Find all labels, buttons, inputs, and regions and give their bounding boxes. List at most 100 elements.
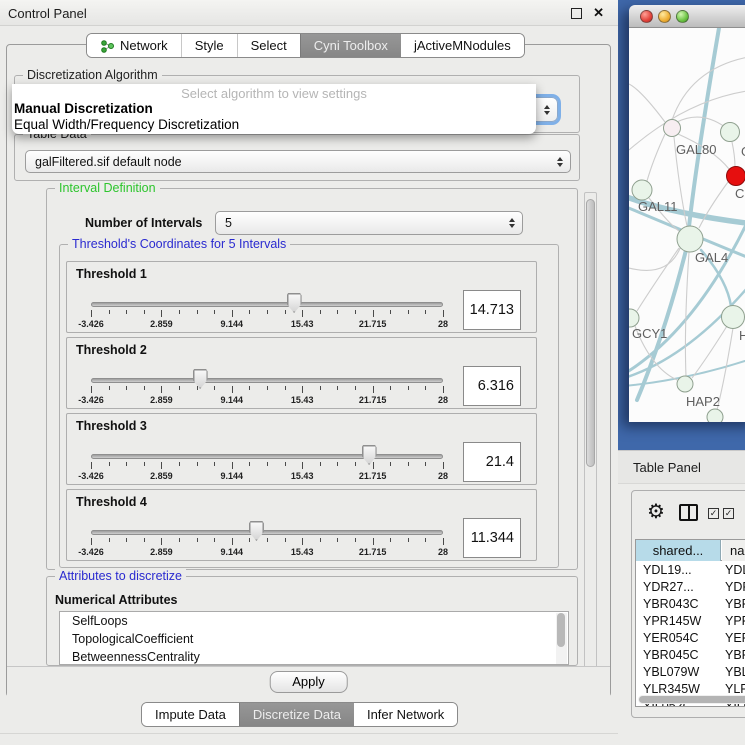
checkbox-checked-icon[interactable]: ✓	[708, 508, 719, 519]
network-node-gal11[interactable]	[632, 180, 652, 200]
table-row[interactable]: YBL079W YBL0	[636, 664, 745, 681]
attribute-list-item[interactable]: TopologicalCoefficient	[60, 630, 568, 648]
tab-select[interactable]: Select	[237, 34, 300, 57]
attribute-list-item[interactable]: SelfLoops	[60, 612, 568, 630]
cell-shared-name[interactable]: YBL079W	[643, 664, 699, 681]
float-window-icon[interactable]	[571, 8, 582, 19]
network-node-ga[interactable]	[721, 123, 740, 142]
network-node-gal4[interactable]	[677, 226, 703, 252]
tab-discretize-data[interactable]: Discretize Data	[239, 703, 354, 726]
tick-mark	[144, 386, 145, 390]
settings-scrollbar[interactable]	[584, 192, 597, 690]
tick-label: 21.715	[359, 319, 387, 329]
network-node-h[interactable]	[722, 306, 745, 329]
cell-name[interactable]: YPR1	[725, 613, 745, 630]
column-header-name[interactable]: na	[722, 540, 745, 561]
table-data-combobox[interactable]: galFiltered.sif default node	[25, 150, 571, 173]
network-view-window[interactable]: GAL80GACGAL11GAL4GCY1HHAP2	[629, 5, 745, 422]
threshold-slider[interactable]: -3.4262.8599.14415.4321.71528	[91, 490, 443, 562]
table-row[interactable]: YPR145W YPR1	[636, 613, 745, 630]
table-row[interactable]: YER054C YER0	[636, 630, 745, 647]
cell-name[interactable]: YDR2	[725, 579, 745, 596]
slider-track[interactable]	[91, 378, 443, 383]
tick-mark	[443, 462, 444, 469]
network-node-gcy1[interactable]	[629, 309, 639, 327]
network-node-hap2[interactable]	[677, 376, 693, 392]
slider-track[interactable]	[91, 530, 443, 535]
numerical-attributes-list[interactable]: SelfLoopsTopologicalCoefficientBetweenne…	[59, 611, 569, 665]
dropdown-hint-item[interactable]: Select algorithm to view settings	[12, 86, 536, 101]
gear-icon[interactable]: ⚙	[647, 499, 665, 524]
minimize-traffic-icon[interactable]	[658, 10, 671, 23]
table-row[interactable]: YDR27... YDR2	[636, 579, 745, 596]
tick-mark	[425, 386, 426, 390]
tick-mark	[144, 310, 145, 314]
split-column-icon[interactable]	[679, 504, 698, 521]
tick-mark	[408, 462, 409, 466]
threshold-value-field[interactable]: 11.344	[463, 518, 521, 558]
tick-mark	[161, 538, 162, 545]
list-scrollbar[interactable]	[556, 613, 567, 665]
tick-mark	[425, 538, 426, 542]
tick-mark	[285, 462, 286, 466]
slider-track[interactable]	[91, 302, 443, 307]
tick-mark	[302, 386, 303, 393]
scrollbar-thumb[interactable]	[557, 613, 565, 647]
dropdown-item-equal-width[interactable]: Equal Width/Frequency Discretization	[14, 117, 239, 132]
tab-impute-data[interactable]: Impute Data	[142, 703, 239, 726]
cell-name[interactable]: YER0	[725, 630, 745, 647]
number-of-intervals-combobox[interactable]: 5	[215, 211, 523, 235]
network-canvas[interactable]: GAL80GACGAL11GAL4GCY1HHAP2	[629, 28, 745, 422]
cell-shared-name[interactable]: YDL19...	[643, 562, 692, 579]
cell-shared-name[interactable]: YPR145W	[643, 613, 701, 630]
table-horizontal-scrollbar[interactable]	[638, 695, 745, 704]
tick-mark	[285, 538, 286, 542]
tab-style[interactable]: Style	[181, 34, 237, 57]
zoom-traffic-icon[interactable]	[676, 10, 689, 23]
tick-label: 9.144	[221, 319, 244, 329]
scrollbar-thumb[interactable]	[586, 199, 595, 467]
table-row[interactable]: YBR045C YBR0	[636, 647, 745, 664]
tick-mark	[232, 538, 233, 545]
threshold-value-field[interactable]: 6.316	[463, 366, 521, 406]
cell-shared-name[interactable]: YDR27...	[643, 579, 694, 596]
scrollbar-thumb[interactable]	[639, 696, 745, 703]
cell-name[interactable]: YBL0	[725, 664, 745, 681]
table-row[interactable]: YBR043C YBR0	[636, 596, 745, 613]
apply-button[interactable]: Apply	[269, 671, 348, 693]
cell-name[interactable]: YBR0	[725, 647, 745, 664]
checkbox-checked-icon[interactable]: ✓	[723, 508, 734, 519]
attribute-list-item[interactable]: BetweennessCentrality	[60, 648, 568, 665]
tick-label: 15.43	[291, 547, 314, 557]
threshold-slider[interactable]: -3.4262.8599.14415.4321.71528	[91, 262, 443, 334]
tick-label: 15.43	[291, 319, 314, 329]
tab-infer-network[interactable]: Infer Network	[354, 703, 457, 726]
cell-name[interactable]: YDL1	[725, 562, 745, 579]
dropdown-item-manual-discretization[interactable]: Manual Discretization	[14, 101, 153, 116]
close-icon[interactable]: ✕	[593, 5, 604, 21]
threshold-slider[interactable]: -3.4262.8599.14415.4321.71528	[91, 414, 443, 486]
slider-track[interactable]	[91, 454, 443, 459]
tick-label: 28	[438, 319, 448, 329]
tab-network[interactable]: Network	[87, 34, 181, 57]
network-node-c[interactable]	[727, 167, 745, 186]
cell-shared-name[interactable]: YBR043C	[643, 596, 699, 613]
network-node-gal80[interactable]	[664, 120, 681, 137]
column-header-shared[interactable]: shared...	[636, 540, 721, 561]
cell-shared-name[interactable]: YBR045C	[643, 647, 699, 664]
close-traffic-icon[interactable]	[640, 10, 653, 23]
cell-shared-name[interactable]: YER054C	[643, 630, 699, 647]
tab-cyni-toolbox[interactable]: Cyni Toolbox	[300, 34, 401, 57]
tick-mark	[179, 386, 180, 390]
tick-mark	[337, 462, 338, 466]
tick-mark	[390, 538, 391, 542]
threshold-slider[interactable]: -3.4262.8599.14415.4321.71528	[91, 338, 443, 410]
network-node[interactable]	[707, 409, 723, 422]
threshold-value-field[interactable]: 14.713	[463, 290, 521, 330]
numerical-attributes-label: Numerical Attributes	[55, 593, 177, 607]
cell-name[interactable]: YBR0	[725, 596, 745, 613]
tab-jactivemnodules[interactable]: jActiveMNodules	[401, 34, 524, 57]
threshold-value-field[interactable]: 21.4	[463, 442, 521, 482]
network-window-titlebar[interactable]	[629, 5, 745, 28]
table-row[interactable]: YDL19... YDL1	[636, 562, 745, 579]
